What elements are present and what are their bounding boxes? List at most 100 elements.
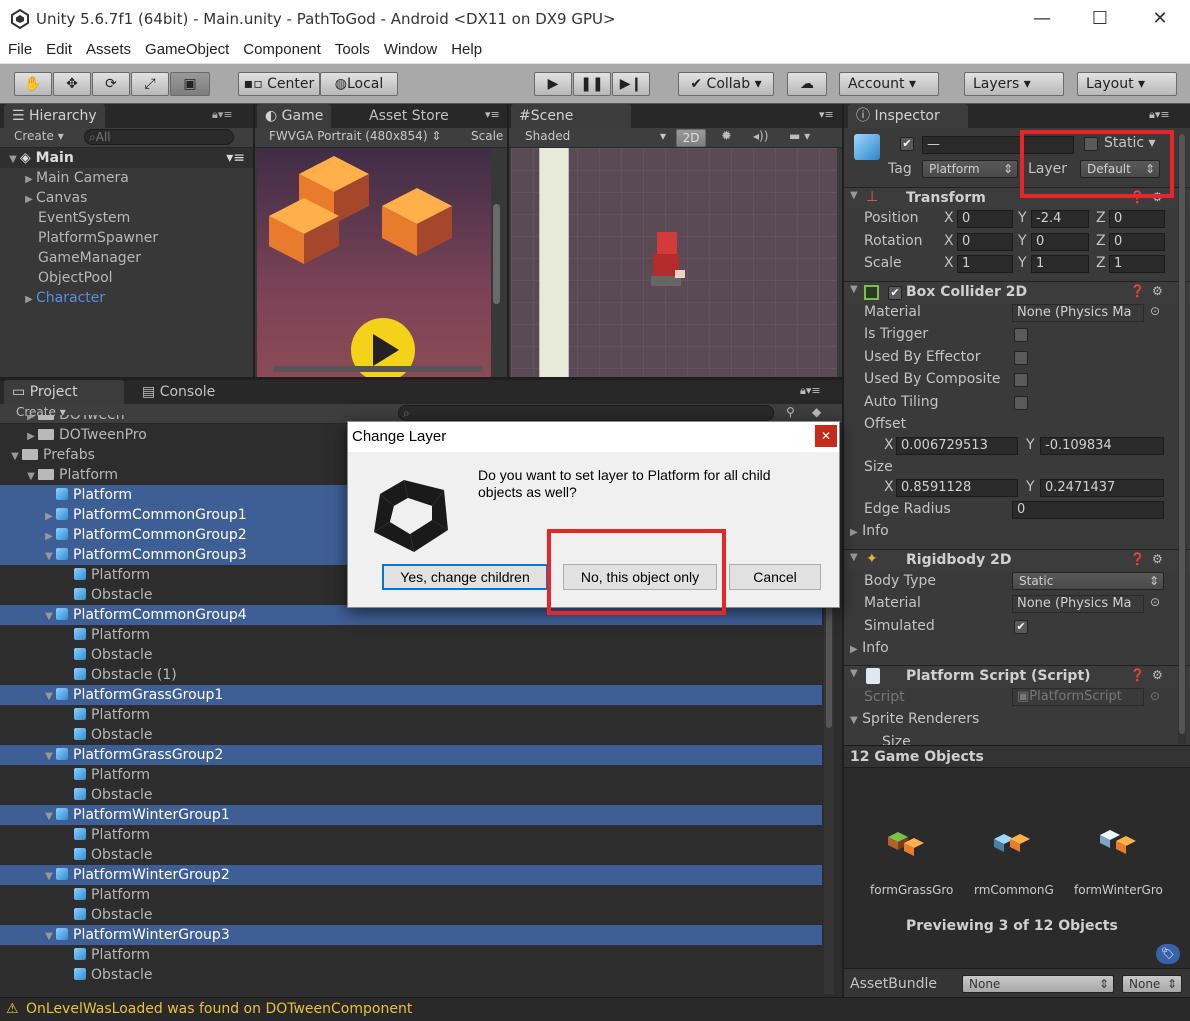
expand-arrow-icon[interactable]: ▼ [42, 867, 56, 887]
scale-z-field[interactable]: 1 [1109, 255, 1165, 273]
pause-button[interactable]: ❚❚ [573, 72, 611, 96]
rotate-tool-button[interactable]: ⟳ [92, 72, 130, 96]
project-prefab-row[interactable]: Obstacle [0, 785, 822, 805]
rigidbody-material-field[interactable]: None (Physics Ma [1012, 595, 1144, 613]
hand-tool-button[interactable]: ✋ [14, 72, 52, 96]
preview-thumb-grass[interactable] [878, 826, 950, 862]
body-type-dropdown[interactable]: Static ⇕ [1012, 572, 1164, 590]
project-prefab-row[interactable]: Obstacle [0, 905, 822, 925]
lighting-icon[interactable]: ✹ [721, 129, 732, 144]
project-prefab-row[interactable]: Platform [0, 885, 822, 905]
expand-arrow-icon[interactable]: ▼ [42, 927, 56, 947]
game-view[interactable] [257, 148, 500, 382]
offset-x-field[interactable]: 0.006729513 [896, 437, 1018, 455]
assetbundle-variant-dropdown[interactable]: None ⇕ [1122, 975, 1182, 993]
menu-edit[interactable]: Edit [40, 40, 78, 59]
tab-game[interactable]: ◐ Game [257, 104, 332, 128]
inspector-scrollbar[interactable] [1178, 134, 1186, 744]
rigidbody-header[interactable]: ▼ ✦ Rigidbody 2D ❓ ⚙ [844, 549, 1190, 571]
scale-tool-button[interactable]: ⤢ [131, 72, 169, 96]
lock-icon[interactable]: 🔒︎▾≡ [1149, 108, 1170, 122]
tab-hierarchy[interactable]: ☰ Hierarchy [4, 104, 105, 128]
hierarchy-search-input[interactable]: ⌕All [84, 129, 234, 145]
cloud-button[interactable]: ☁ [787, 72, 827, 96]
object-picker-icon[interactable]: ⊙ [1150, 304, 1160, 318]
hierarchy-item-character[interactable]: ▶ Character [0, 288, 105, 308]
hierarchy-item-canvas[interactable]: ▶ Canvas [0, 188, 87, 208]
expand-arrow-icon[interactable]: ▼ [8, 447, 22, 467]
lock-icon[interactable]: 🔒︎▾≡ [800, 384, 821, 398]
menu-component[interactable]: Component [237, 40, 327, 59]
collapsed-arrow-icon[interactable]: ▶ [42, 507, 56, 527]
hierarchy-item-main-camera[interactable]: ▶ Main Camera [0, 168, 129, 188]
hierarchy-create-button[interactable]: Create ▾ [14, 129, 64, 143]
static-checkbox[interactable] [1084, 137, 1098, 151]
minimize-button[interactable]: — [1020, 0, 1064, 40]
help-icon[interactable]: ❓ [1130, 190, 1145, 204]
edge-radius-field[interactable]: 0 [1012, 501, 1164, 519]
account-dropdown[interactable]: Account ▾ [839, 72, 939, 96]
box-collider-header[interactable]: ▼ ✔ Box Collider 2D ❓ ⚙ [844, 281, 1190, 303]
expand-arrow-icon[interactable]: ▼ [42, 687, 56, 707]
rect-tool-button[interactable]: ▣ [170, 72, 210, 96]
project-prefab-row[interactable]: ▼ PlatformWinterGroup2 [0, 865, 822, 885]
used-by-composite-checkbox[interactable] [1014, 373, 1028, 387]
rigidbody-info-foldout[interactable]: ▶ Info [850, 640, 889, 656]
gear-icon[interactable]: ⚙ [1152, 190, 1163, 204]
project-prefab-row[interactable]: ▼ PlatformWinterGroup3 [0, 925, 822, 945]
label-tag-icon[interactable]: 🏷︎ [1156, 944, 1180, 964]
project-prefab-row[interactable]: Obstacle (1) [0, 665, 822, 685]
menu-gameobject[interactable]: GameObject [139, 40, 235, 59]
position-x-field[interactable]: 0 [957, 210, 1013, 228]
preview-thumb-common[interactable] [984, 826, 1056, 862]
expand-arrow-icon[interactable]: ▼ [42, 607, 56, 627]
cancel-button[interactable]: Cancel [729, 564, 821, 590]
close-window-button[interactable]: ✕ [1138, 0, 1182, 40]
scale-x-field[interactable]: 1 [957, 255, 1013, 273]
project-prefab-row[interactable]: Platform [0, 765, 822, 785]
help-icon[interactable]: ❓ [1130, 668, 1145, 682]
assetbundle-dropdown[interactable]: None ⇕ [962, 975, 1114, 993]
panel-menu-icon[interactable]: ▾≡ [485, 108, 500, 121]
effects-icon[interactable]: ▬ ▾ [789, 129, 810, 143]
tab-project[interactable]: ▭ Project [4, 380, 124, 404]
project-prefab-row[interactable]: Platform [0, 625, 822, 645]
object-picker-icon[interactable]: ⊙ [1150, 595, 1160, 609]
offset-y-field[interactable]: -0.109834 [1040, 437, 1164, 455]
project-prefab-row[interactable]: ▼ PlatformGrassGroup2 [0, 745, 822, 765]
help-icon[interactable]: ❓ [1130, 552, 1145, 566]
name-field[interactable]: — [922, 136, 1074, 154]
tab-inspector[interactable]: ⓘ Inspector [848, 104, 968, 128]
collider-enabled-checkbox[interactable]: ✔ [888, 286, 902, 300]
expand-arrow-icon[interactable]: ▼ [42, 547, 56, 567]
scene-row[interactable]: ▼ ◈ Main ▾≡ [0, 148, 253, 168]
hierarchy-item-objectpool[interactable]: ObjectPool [0, 268, 113, 288]
lock-icon[interactable]: 🔒︎▾≡ [212, 108, 233, 122]
is-trigger-checkbox[interactable] [1014, 328, 1028, 342]
pivot-center-button[interactable]: ▪▫ Center [238, 72, 320, 96]
menu-window[interactable]: Window [378, 40, 443, 59]
scene-menu-icon[interactable]: ▾≡ [226, 148, 245, 168]
project-prefab-row[interactable]: Platform [0, 705, 822, 725]
yes-change-children-button[interactable]: Yes, change children [382, 564, 548, 590]
game-scrollbar[interactable] [493, 204, 500, 304]
expand-arrow-icon[interactable]: ▼ [24, 467, 38, 487]
menu-help[interactable]: Help [445, 40, 488, 59]
no-this-object-only-button[interactable]: No, this object only [563, 564, 717, 590]
menu-assets[interactable]: Assets [80, 40, 137, 59]
pivot-local-button[interactable]: ◍Local [320, 72, 398, 96]
help-icon[interactable]: ❓ [1130, 284, 1145, 298]
gear-icon[interactable]: ⚙ [1152, 552, 1163, 566]
expand-arrow-icon[interactable]: ▼ [42, 747, 56, 767]
status-bar[interactable]: ⚠ OnLevelWasLoaded was found on DOTweenC… [0, 997, 1190, 1021]
scale-y-field[interactable]: 1 [1031, 255, 1089, 273]
shading-mode-dropdown[interactable]: Shaded ▾ [525, 129, 666, 143]
project-prefab-row[interactable]: Obstacle [0, 845, 822, 865]
play-button[interactable]: ▶ [534, 72, 572, 96]
used-by-effector-checkbox[interactable] [1014, 351, 1028, 365]
simulated-checkbox[interactable]: ✔ [1014, 620, 1028, 634]
layer-dropdown[interactable]: Default ⇕ [1080, 160, 1160, 178]
tab-asset-store[interactable]: Asset Store [361, 104, 457, 128]
static-dropdown[interactable]: Static ▾ [1104, 135, 1156, 151]
sprite-renderers-foldout[interactable]: ▼ Sprite Renderers [850, 711, 979, 727]
